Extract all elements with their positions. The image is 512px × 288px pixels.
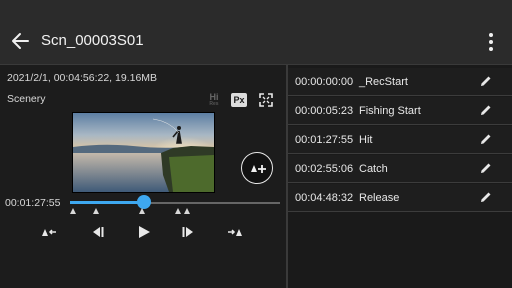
add-mark-button[interactable] — [241, 152, 273, 184]
timeline-mark — [175, 208, 181, 214]
proxy-badge[interactable]: Px — [231, 93, 247, 107]
mark-time: 00:00:05:23 — [295, 105, 354, 117]
page-title: Scn_00003S01 — [41, 32, 144, 49]
next-mark-icon[interactable] — [225, 224, 247, 240]
list-item[interactable]: 00:04:48:32 Release — [288, 184, 512, 212]
scene-label: Scenery — [7, 93, 46, 105]
edit-pencil-icon[interactable] — [479, 103, 493, 117]
mark-name: Fishing Start — [359, 105, 421, 117]
current-time: 00:01:27:55 — [5, 197, 61, 209]
add-mark-icon — [250, 164, 266, 173]
seek-progress — [70, 201, 144, 204]
mark-time: 00:01:27:55 — [295, 134, 354, 146]
video-preview[interactable] — [72, 112, 215, 193]
mark-name: Hit — [359, 134, 373, 146]
prev-mark-icon[interactable] — [39, 224, 61, 240]
mark-time: 00:02:55:06 — [295, 163, 354, 175]
mark-name: _RecStart — [359, 76, 408, 88]
edit-pencil-icon[interactable] — [479, 161, 493, 175]
seek-thumb[interactable] — [137, 195, 151, 209]
play-icon[interactable] — [133, 224, 155, 240]
list-item[interactable]: 00:00:05:23 Fishing Start — [288, 97, 512, 125]
more-vert-icon[interactable] — [482, 30, 500, 54]
timeline-mark — [184, 208, 190, 214]
list-item[interactable]: 00:02:55:06 Catch — [288, 155, 512, 183]
fullscreen-icon[interactable] — [259, 93, 273, 107]
list-item[interactable]: 00:00:00:00 _RecStart — [288, 68, 512, 96]
edit-pencil-icon[interactable] — [479, 74, 493, 88]
timeline-mark — [139, 208, 145, 214]
edit-pencil-icon[interactable] — [479, 132, 493, 146]
edit-pencil-icon[interactable] — [479, 190, 493, 204]
clip-info: 2021/2/1, 00:04:56:22, 19.16MB — [7, 72, 158, 84]
hi-res-sub-label: Res — [209, 101, 219, 107]
step-forward-icon[interactable] — [178, 224, 200, 240]
back-arrow-icon[interactable] — [9, 30, 31, 52]
app-bar: Scn_00003S01 — [0, 0, 512, 65]
mark-time: 00:04:48:32 — [295, 192, 354, 204]
mark-name: Release — [359, 192, 400, 204]
timeline-mark — [93, 208, 99, 214]
mark-time: 00:00:00:00 — [295, 76, 354, 88]
hi-res-icon[interactable]: Hi Res — [207, 92, 221, 108]
step-back-icon[interactable] — [86, 224, 108, 240]
list-item[interactable]: 00:01:27:55 Hit — [288, 126, 512, 154]
mark-name: Catch — [359, 163, 388, 175]
timeline-mark — [70, 208, 76, 214]
